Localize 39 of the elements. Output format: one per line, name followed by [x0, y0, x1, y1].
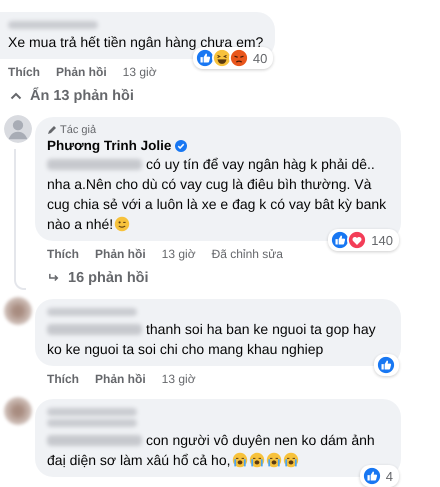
caret-icon	[10, 91, 22, 101]
avatar[interactable]	[4, 297, 32, 325]
crying-face-icon	[282, 452, 299, 468]
reaction-count: 140	[371, 232, 393, 248]
avatar[interactable]	[4, 397, 32, 425]
crying-face-icon	[266, 452, 282, 468]
comment-action-link[interactable]: Thích	[8, 65, 40, 79]
like-icon	[362, 466, 382, 486]
reaction-summary[interactable]	[374, 354, 399, 376]
like-icon	[376, 355, 396, 375]
timestamp[interactable]: 13 giờ	[162, 247, 196, 261]
timestamp[interactable]: 13 giờ	[162, 372, 196, 386]
replies-toggle[interactable]: 16 phản hồi	[0, 264, 440, 297]
laughing-face-icon	[212, 48, 232, 68]
author-name[interactable]: Phương Trinh Jolie	[47, 138, 172, 153]
angry-face-icon	[228, 48, 249, 68]
reaction-count: 40	[252, 50, 268, 66]
winking-face-icon	[114, 216, 130, 232]
comment-action-link[interactable]: Thích	[47, 247, 79, 261]
avatar[interactable]	[4, 115, 32, 143]
like-icon	[330, 230, 350, 250]
reaction-summary[interactable]: 4	[360, 465, 399, 487]
like-icon	[194, 48, 215, 68]
comment-action-link[interactable]: Thích	[47, 372, 79, 386]
pen-icon	[47, 125, 57, 135]
replies-toggle[interactable]: Ẩn 13 phản hồi	[0, 82, 440, 115]
edited-label: Đã chỉnh sửa	[212, 247, 283, 261]
reaction-count: 4	[386, 468, 393, 484]
author-label: Tác giả	[60, 124, 96, 136]
crying-face-icon	[232, 452, 248, 468]
comment-action-link[interactable]: Phản hồi	[95, 372, 146, 386]
comment-text: thanh soi ha ban ke nguoi ta gop hay ko ke nguoi ta soi chi cho mang khau nghiep	[47, 320, 377, 359]
reaction-summary[interactable]: 140	[328, 229, 399, 251]
reply-arrow-icon	[48, 273, 60, 283]
timestamp[interactable]: 13 giờ	[122, 65, 157, 79]
comment-action-link[interactable]: Phản hồi	[56, 65, 107, 79]
crying-face-icon	[248, 452, 265, 468]
comment-action-link[interactable]: Phản hồi	[95, 247, 146, 261]
heart-icon	[347, 230, 368, 250]
